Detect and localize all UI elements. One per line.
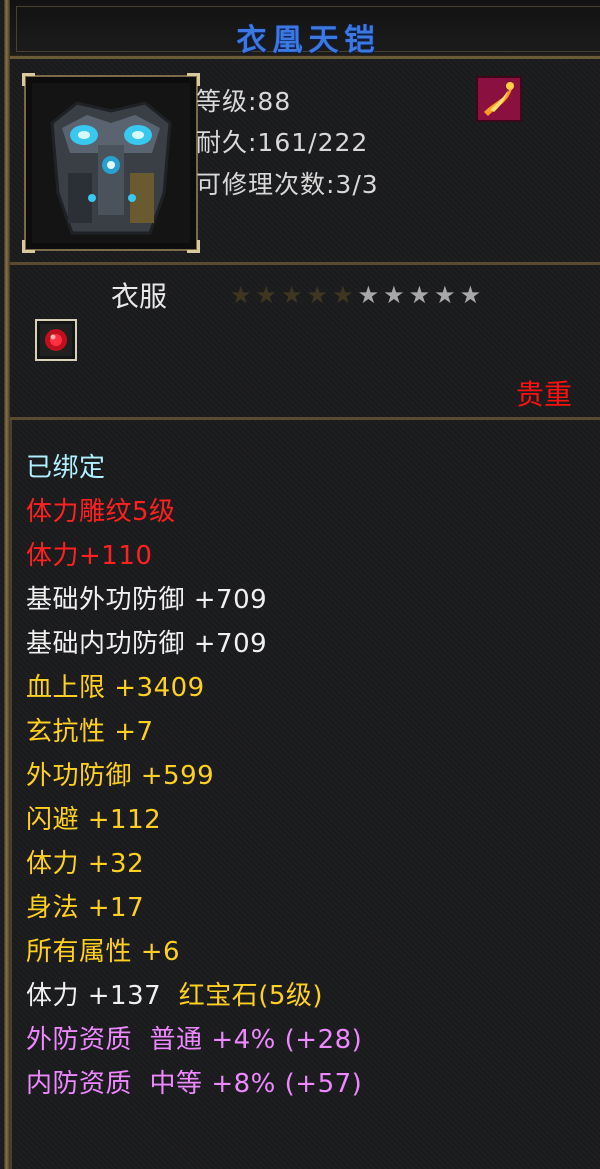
star-icon: ★ [230, 281, 252, 309]
title-bar: 衣凰天铠 [10, 0, 600, 59]
armor-portrait-icon [32, 83, 190, 243]
item-tooltip: 衣凰天铠 等级:88 耐久:161/222 可修理次数:3/3 衣服 ★ ★ ★… [0, 0, 600, 1169]
aptitude-grade: 普通 [149, 1025, 203, 1055]
attribute-line: 基础内功防御 +709 [26, 629, 268, 659]
title-frame: 衣凰天铠 [16, 6, 600, 58]
aptitude-grade: 中等 [149, 1069, 203, 1099]
attribute-list: 已绑定体力雕纹5级 体力+110 基础外功防御 +709 基础内功防御 +709 血上限… [10, 420, 600, 1169]
aptitude-bonus: (+57) [284, 1069, 363, 1099]
star-icon: ★ [332, 281, 354, 309]
attribute-line: 已绑定 [26, 453, 106, 483]
attribute-line: 体力+110 [26, 541, 153, 571]
aptitude-line: 外防资质 普通 +4% (+28) [26, 1019, 362, 1056]
item-durability: 耐久:161/222 [196, 128, 369, 157]
attribute-line: 玄抗性 +7 [26, 717, 154, 747]
attribute-line: 体力 +32 [26, 849, 145, 879]
aptitude-label: 外防资质 [26, 1025, 133, 1055]
attribute-line: 血上限 +3409 [26, 673, 205, 703]
star-icon: ★ [459, 281, 482, 309]
star-icon: ★ [357, 281, 380, 309]
attribute-line: 身法 +17 [26, 893, 145, 923]
star-icon: ★ [306, 281, 329, 309]
attribute-line: 基础外功防御 +709 [26, 585, 268, 615]
attribute-line: 外功防御 +599 [26, 761, 215, 791]
attribute-line: 体力雕纹5级 [26, 497, 176, 527]
item-name: 衣凰天铠 [236, 23, 381, 58]
gem-stat: 体力 +137 [26, 981, 162, 1011]
item-repair-count: 可修理次数:3/3 [196, 170, 379, 199]
attribute-line: 闪避 +112 [26, 805, 162, 835]
item-rarity: 贵重 [515, 378, 572, 411]
star-icon: ★ [281, 281, 303, 309]
star-icon: ★ [408, 281, 431, 309]
aptitude-value: +8% [211, 1069, 276, 1099]
star-icon: ★ [255, 281, 278, 309]
aptitude-label: 内防资质 [26, 1069, 133, 1099]
star-icon: ★ [434, 281, 456, 309]
aptitude-value: +4% [211, 1025, 276, 1055]
gem-name: 红宝石(5级) [178, 981, 324, 1011]
item-category-section: 衣服 ★ ★ ★ ★ ★ ★ ★ ★ ★ ★ 贵重 [10, 265, 600, 420]
gem-attribute-line: 体力 +137 红宝石(5级) [26, 975, 323, 1012]
attribute-line: 所有属性 +6 [26, 937, 181, 967]
item-level: 等级:88 [196, 87, 292, 116]
red-socket-icon[interactable] [34, 318, 78, 362]
aptitude-line: 内防资质 中等 +8% (+57) [26, 1063, 362, 1100]
aptitude-bonus: (+28) [284, 1025, 363, 1055]
star-icon: ★ [383, 281, 405, 309]
item-category: 衣服 [111, 280, 168, 313]
star-rating: ★ ★ ★ ★ ★ ★ ★ ★ ★ ★ [230, 281, 481, 309]
fire-gem-icon[interactable] [476, 76, 522, 122]
item-header: 等级:88 耐久:161/222 可修理次数:3/3 [10, 59, 600, 265]
item-portrait[interactable] [22, 73, 200, 253]
